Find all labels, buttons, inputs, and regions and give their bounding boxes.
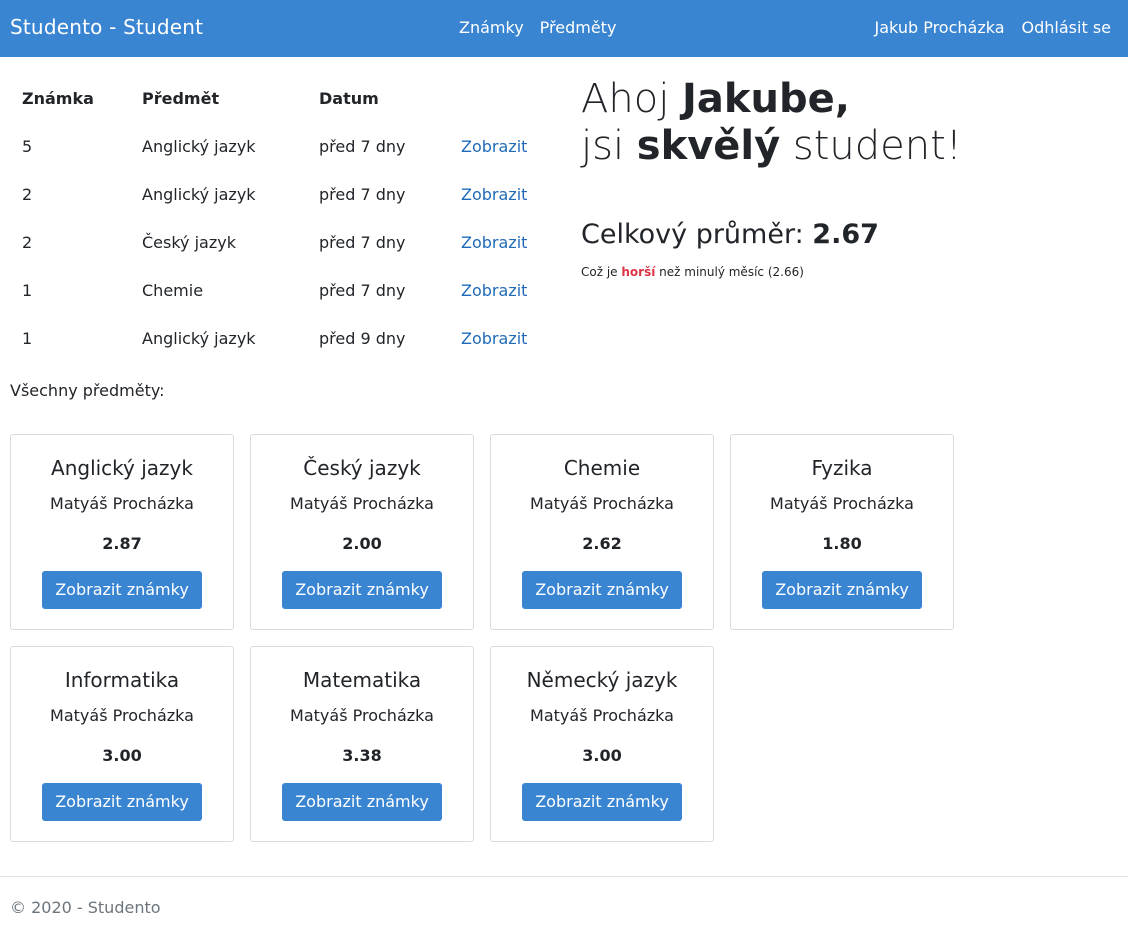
overall-average: Celkový průměr: 2.67 bbox=[581, 218, 879, 252]
show-grades-button[interactable]: Zobrazit známky bbox=[762, 571, 922, 609]
subject-card: Fyzika Matyáš Procházka 1.80 Zobrazit zn… bbox=[730, 434, 954, 630]
logout-link[interactable]: Odhlásit se bbox=[1022, 17, 1111, 38]
date-cell: před 7 dny bbox=[319, 184, 406, 204]
grade-cell: 5 bbox=[22, 136, 33, 156]
view-grade-link[interactable]: Zobrazit bbox=[461, 281, 527, 300]
subject-card: Chemie Matyáš Procházka 2.62 Zobrazit zn… bbox=[490, 434, 714, 630]
show-grades-button[interactable]: Zobrazit známky bbox=[42, 783, 202, 821]
table-row: 2 Český jazyk před 7 dny Zobrazit bbox=[10, 218, 550, 266]
recent-grades-table: Známka Předmět Datum 5 Anglický jazyk př… bbox=[10, 74, 550, 362]
subject-teacher: Matyáš Procházka bbox=[530, 706, 674, 725]
subject-average: 2.87 bbox=[102, 534, 142, 553]
greeting-heading: Ahoj Jakube, jsi skvělý student! bbox=[581, 76, 962, 170]
subject-average: 2.62 bbox=[582, 534, 622, 553]
view-grade-link[interactable]: Zobrazit bbox=[461, 185, 527, 204]
greeting-line2-prefix: jsi bbox=[581, 123, 637, 169]
overall-average-label: Celkový průměr: bbox=[581, 219, 813, 250]
view-grade-link[interactable]: Zobrazit bbox=[461, 329, 527, 348]
top-navbar: Studento - Student Známky Předměty Jakub… bbox=[0, 0, 1128, 57]
subject-teacher: Matyáš Procházka bbox=[770, 494, 914, 513]
monthly-comparison: Což je horší než minulý měsíc (2.66) bbox=[581, 264, 804, 280]
subject-card: Matematika Matyáš Procházka 3.38 Zobrazi… bbox=[250, 646, 474, 842]
nav-link-subjects[interactable]: Předměty bbox=[540, 17, 617, 38]
subject-cell: Chemie bbox=[142, 280, 204, 300]
subject-teacher: Matyáš Procházka bbox=[530, 494, 674, 513]
view-grade-link[interactable]: Zobrazit bbox=[461, 137, 527, 156]
user-name-link[interactable]: Jakub Procházka bbox=[875, 17, 1005, 38]
subject-average: 3.00 bbox=[582, 746, 622, 765]
greeting-adjective: skvělý bbox=[636, 123, 781, 169]
footer-divider bbox=[0, 876, 1128, 877]
greeting-prefix: Ahoj bbox=[581, 76, 683, 122]
overall-average-value: 2.67 bbox=[812, 219, 879, 250]
show-grades-button[interactable]: Zobrazit známky bbox=[42, 571, 202, 609]
date-cell: před 7 dny bbox=[319, 232, 406, 252]
column-header-grade: Známka bbox=[22, 88, 94, 108]
subject-teacher: Matyáš Procházka bbox=[50, 706, 194, 725]
brand-link[interactable]: Studento - Student bbox=[10, 14, 203, 40]
comparison-prefix: Což je bbox=[581, 265, 622, 279]
all-subjects-heading: Všechny předměty: bbox=[10, 381, 165, 400]
greeting-name: Jakube, bbox=[682, 76, 850, 122]
subject-card: Český jazyk Matyáš Procházka 2.00 Zobraz… bbox=[250, 434, 474, 630]
view-grade-link[interactable]: Zobrazit bbox=[461, 233, 527, 252]
main-nav: Známky Předměty bbox=[459, 17, 616, 38]
subject-average: 1.80 bbox=[822, 534, 862, 553]
subject-cell: Anglický jazyk bbox=[142, 136, 256, 156]
column-header-action bbox=[449, 74, 550, 122]
grade-cell: 2 bbox=[22, 184, 33, 204]
subject-name: Matematika bbox=[302, 668, 422, 692]
grade-cell: 2 bbox=[22, 232, 33, 252]
grade-cell: 1 bbox=[22, 280, 33, 300]
grade-cell: 1 bbox=[22, 328, 33, 348]
subject-name: Německý jazyk bbox=[526, 668, 678, 692]
subject-name: Fyzika bbox=[811, 456, 873, 480]
subject-name: Chemie bbox=[563, 456, 641, 480]
subject-average: 2.00 bbox=[342, 534, 382, 553]
nav-link-grades[interactable]: Známky bbox=[459, 17, 524, 38]
date-cell: před 7 dny bbox=[319, 280, 406, 300]
date-cell: před 9 dny bbox=[319, 328, 406, 348]
subject-average: 3.38 bbox=[342, 746, 382, 765]
comparison-word: horší bbox=[621, 265, 656, 279]
show-grades-button[interactable]: Zobrazit známky bbox=[282, 571, 442, 609]
comparison-suffix: než minulý měsíc (2.66) bbox=[655, 265, 804, 279]
table-row: 1 Chemie před 7 dny Zobrazit bbox=[10, 266, 550, 314]
subject-card: Informatika Matyáš Procházka 3.00 Zobraz… bbox=[10, 646, 234, 842]
show-grades-button[interactable]: Zobrazit známky bbox=[282, 783, 442, 821]
table-row: 1 Anglický jazyk před 9 dny Zobrazit bbox=[10, 314, 550, 362]
column-header-date: Datum bbox=[319, 88, 379, 108]
subject-name: Český jazyk bbox=[303, 456, 421, 480]
subject-cell: Český jazyk bbox=[142, 232, 236, 252]
column-header-subject: Předmět bbox=[142, 88, 220, 108]
table-header-row: Známka Předmět Datum bbox=[10, 74, 550, 122]
subject-teacher: Matyáš Procházka bbox=[290, 706, 434, 725]
show-grades-button[interactable]: Zobrazit známky bbox=[522, 571, 682, 609]
table-row: 2 Anglický jazyk před 7 dny Zobrazit bbox=[10, 170, 550, 218]
subject-teacher: Matyáš Procházka bbox=[50, 494, 194, 513]
show-grades-button[interactable]: Zobrazit známky bbox=[522, 783, 682, 821]
date-cell: před 7 dny bbox=[319, 136, 406, 156]
subject-average: 3.00 bbox=[102, 746, 142, 765]
greeting-line2-suffix: student! bbox=[780, 123, 962, 169]
table-row: 5 Anglický jazyk před 7 dny Zobrazit bbox=[10, 122, 550, 170]
subject-cell: Anglický jazyk bbox=[142, 328, 256, 348]
subject-name: Informatika bbox=[64, 668, 180, 692]
subject-card: Anglický jazyk Matyáš Procházka 2.87 Zob… bbox=[10, 434, 234, 630]
subject-name: Anglický jazyk bbox=[51, 456, 193, 480]
user-nav: Jakub Procházka Odhlásit se bbox=[875, 17, 1111, 38]
subject-teacher: Matyáš Procházka bbox=[290, 494, 434, 513]
subject-card: Německý jazyk Matyáš Procházka 3.00 Zobr… bbox=[490, 646, 714, 842]
subject-cell: Anglický jazyk bbox=[142, 184, 256, 204]
footer-copyright: © 2020 - Studento bbox=[10, 898, 161, 917]
